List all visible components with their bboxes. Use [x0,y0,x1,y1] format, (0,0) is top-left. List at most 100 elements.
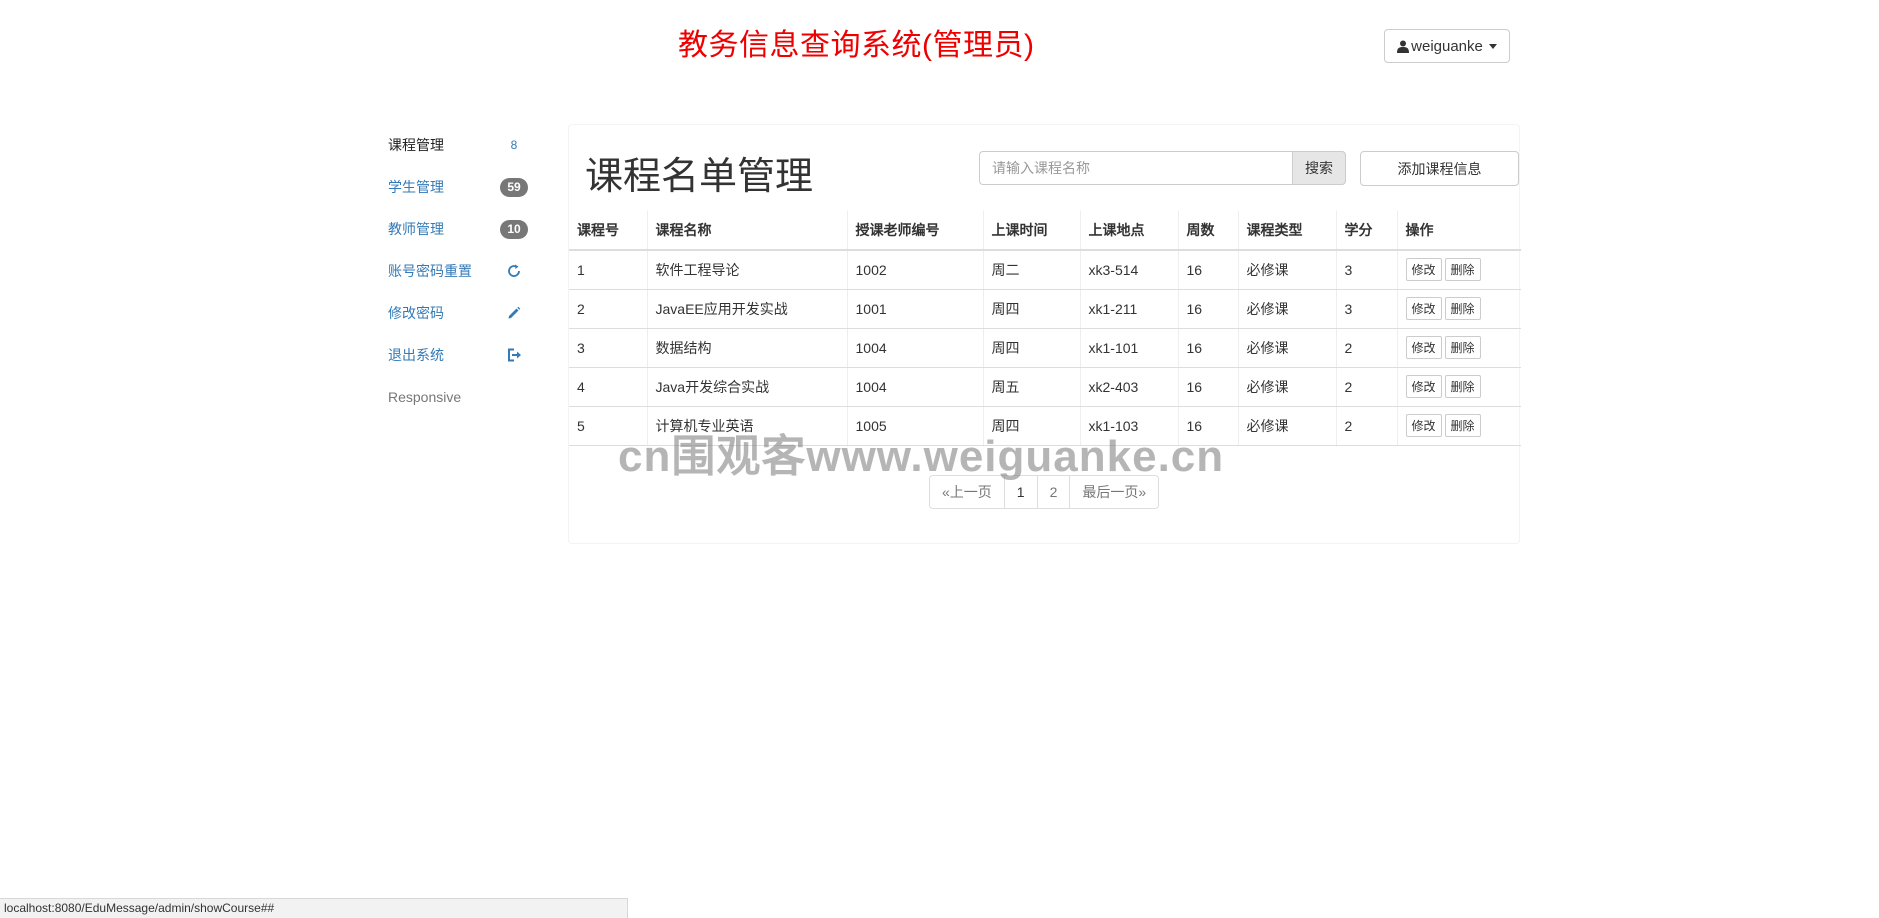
table-cell: 3 [1335,289,1397,329]
table-header-row: 课程号 课程名称 授课老师编号 上课时间 上课地点 周数 课程类型 学分 操作 [569,211,1521,251]
table-cell: 必修课 [1237,250,1336,290]
table-cell: 1001 [846,289,983,329]
table-cell: 必修课 [1237,367,1336,407]
sidebar-item-students[interactable]: 学生管理 59 [388,166,528,208]
table-cell: 软件工程导论 [646,250,847,290]
sidebar: 课程管理 8 学生管理 59 教师管理 10 账号密码重置 修改密码 退出系统 … [388,124,528,418]
count-badge: 59 [500,177,528,197]
caret-down-icon [1488,43,1497,49]
table-row: 5 计算机专业英语 1005 周四 xk1-103 16 必修课 2 修改 删除 [569,406,1521,446]
sidebar-item-label: 学生管理 [388,179,444,195]
pagination: «上一页 1 2 最后一页» [929,475,1160,509]
user-name: weiguanke [1411,37,1483,55]
table-cell: 2 [1335,367,1397,407]
column-header: 课程类型 [1237,211,1336,251]
sidebar-item-logout[interactable]: 退出系统 [388,334,528,376]
table-cell: 16 [1177,367,1238,407]
sidebar-item-change-password[interactable]: 修改密码 [388,292,528,334]
table-cell: 2 [1335,406,1397,446]
sidebar-item-label: 退出系统 [388,347,444,363]
column-header: 上课时间 [982,211,1080,251]
table-cell: 必修课 [1237,406,1336,446]
logout-icon [500,348,528,362]
table-cell: 2 [1335,328,1397,368]
table-cell: 2 [569,289,647,329]
table-cell: JavaEE应用开发实战 [646,289,847,329]
table-row: 4 Java开发综合实战 1004 周五 xk2-403 16 必修课 2 修改… [569,367,1521,407]
table-cell: 1004 [846,328,983,368]
prev-page-link[interactable]: «上一页 [929,475,1005,509]
delete-button[interactable]: 删除 [1444,336,1481,359]
table-cell: 16 [1177,289,1238,329]
add-course-button[interactable]: 添加课程信息 [1360,151,1519,186]
table-cell: 16 [1177,328,1238,368]
table-cell: 5 [569,406,647,446]
page-link-1[interactable]: 1 [1003,475,1038,509]
table-cell: 周四 [982,289,1080,329]
table-cell: xk1-101 [1079,328,1178,368]
sidebar-item-label: 账号密码重置 [388,263,472,279]
actions-cell: 修改 删除 [1396,406,1521,446]
table-cell: 4 [569,367,647,407]
sidebar-item-reset-password[interactable]: 账号密码重置 [388,250,528,292]
delete-button[interactable]: 删除 [1444,375,1481,398]
sidebar-item-label: 教师管理 [388,221,444,237]
delete-button[interactable]: 删除 [1444,297,1481,320]
main-panel: 课程名单管理 搜索 添加课程信息 课程号 课程名称 授课老师编号 上课时间 上课… [568,124,1521,544]
sidebar-item-courses[interactable]: 课程管理 8 [388,124,528,166]
table-cell: 周四 [982,328,1080,368]
table-cell: 1 [569,250,647,290]
page-link-2[interactable]: 2 [1036,475,1071,509]
pencil-icon [500,306,528,320]
actions-cell: 修改 删除 [1396,250,1521,290]
table-cell: Java开发综合实战 [646,367,847,407]
table-cell: 1005 [846,406,983,446]
table-cell: 必修课 [1237,289,1336,329]
refresh-icon [500,264,528,278]
table-cell: 周五 [982,367,1080,407]
column-header: 上课地点 [1079,211,1178,251]
course-table: 课程号 课程名称 授课老师编号 上课时间 上课地点 周数 课程类型 学分 操作 … [569,211,1521,446]
app-title: 教务信息查询系统(管理员) [678,29,1035,62]
delete-button[interactable]: 删除 [1444,258,1481,282]
delete-button[interactable]: 删除 [1444,414,1481,437]
actions-cell: 修改 删除 [1396,328,1521,368]
user-dropdown-button[interactable]: weiguanke [1384,29,1510,63]
edit-button[interactable]: 修改 [1405,375,1442,398]
edit-button[interactable]: 修改 [1405,336,1442,359]
edit-button[interactable]: 修改 [1405,297,1442,320]
sidebar-item-teachers[interactable]: 教师管理 10 [388,208,528,250]
table-cell: xk3-514 [1079,250,1178,290]
search-button[interactable]: 搜索 [1292,151,1346,185]
actions-cell: 修改 删除 [1396,367,1521,407]
search-group: 搜索 [979,151,1346,185]
last-page-link[interactable]: 最后一页» [1069,475,1160,509]
column-header: 学分 [1335,211,1397,251]
status-bar-url: localhost:8080/EduMessage/admin/showCour… [0,898,628,918]
search-input[interactable] [979,151,1292,185]
table-cell: 1004 [846,367,983,407]
table-row: 1 软件工程导论 1002 周二 xk3-514 16 必修课 3 修改 删除 [569,250,1521,290]
table-cell: 16 [1177,406,1238,446]
table-cell: 计算机专业英语 [646,406,847,446]
sidebar-item-label: 课程管理 [388,137,444,153]
sidebar-item-label: Responsive [388,389,462,405]
column-header: 周数 [1177,211,1238,251]
actions-cell: 修改 删除 [1396,289,1521,329]
table-cell: 3 [569,328,647,368]
sidebar-item-label: 修改密码 [388,305,444,321]
table-cell: 数据结构 [646,328,847,368]
table-row: 2 JavaEE应用开发实战 1001 周四 xk1-211 16 必修课 3 … [569,289,1521,329]
column-header: 操作 [1396,211,1521,251]
table-cell: xk1-103 [1079,406,1178,446]
column-header: 授课老师编号 [846,211,983,251]
sidebar-item-responsive: Responsive [388,376,528,418]
table-cell: xk1-211 [1079,289,1178,329]
edit-button[interactable]: 修改 [1405,414,1442,437]
table-cell: xk2-403 [1079,367,1178,407]
column-header: 课程号 [569,211,647,251]
table-row: 3 数据结构 1004 周四 xk1-101 16 必修课 2 修改 删除 [569,328,1521,368]
table-cell: 3 [1335,250,1397,290]
edit-button[interactable]: 修改 [1405,258,1442,282]
table-cell: 周二 [982,250,1080,290]
